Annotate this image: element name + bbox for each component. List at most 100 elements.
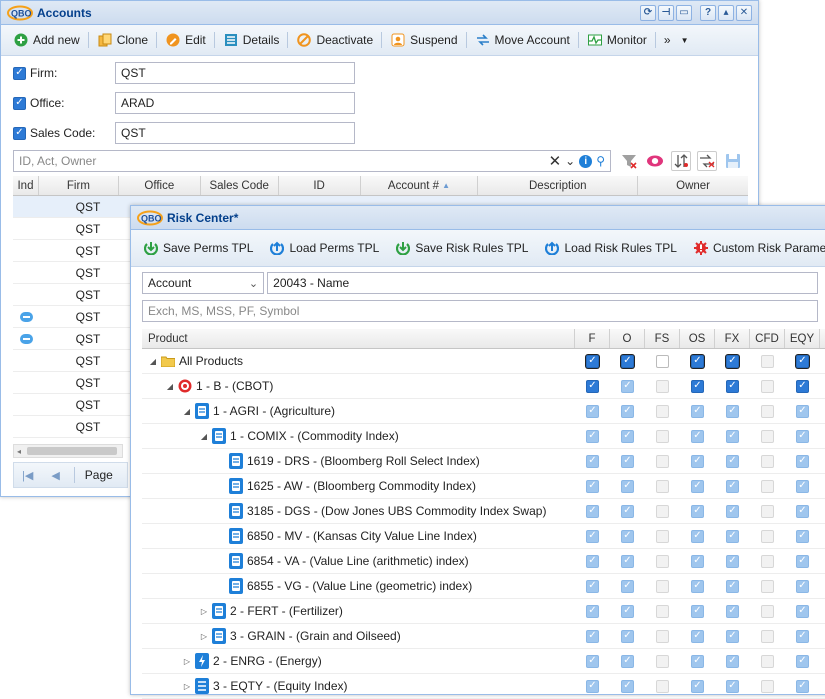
col-description[interactable]: Description bbox=[478, 176, 639, 195]
permission-checkbox-fx[interactable]: ✓ bbox=[726, 654, 739, 668]
permission-checkbox-fx[interactable]: ✓ bbox=[726, 479, 739, 493]
tree-row[interactable]: ◢ All Products ✓ ✓ ✓ ✓ ✓ bbox=[142, 349, 825, 374]
permission-checkbox-fs[interactable] bbox=[656, 379, 669, 393]
permission-checkbox-o[interactable]: ✓ bbox=[621, 554, 634, 568]
sales-code-field[interactable]: QST bbox=[115, 122, 355, 144]
col-cfd[interactable]: CFD bbox=[750, 329, 785, 348]
clear-icon[interactable]: ✕ bbox=[549, 152, 562, 170]
col-office[interactable]: Office bbox=[119, 176, 201, 195]
permission-checkbox-fx[interactable]: ✓ bbox=[726, 554, 739, 568]
col-sales-code[interactable]: Sales Code bbox=[201, 176, 279, 195]
custom-risk-parameters-button[interactable]: Custom Risk Parameters bbox=[687, 237, 825, 259]
sort-icon[interactable] bbox=[671, 151, 691, 171]
clone-button[interactable]: Clone bbox=[91, 29, 154, 51]
permission-checkbox-os[interactable]: ✓ bbox=[691, 429, 704, 443]
permission-checkbox-cfd[interactable] bbox=[761, 604, 774, 618]
expanded-toggle-icon[interactable]: ◢ bbox=[182, 407, 192, 416]
col-id[interactable]: ID bbox=[279, 176, 361, 195]
permission-checkbox-eqy[interactable]: ✓ bbox=[796, 379, 809, 393]
permission-checkbox-fx[interactable]: ✓ bbox=[726, 504, 739, 518]
more-button[interactable]: » ▼ bbox=[658, 29, 695, 51]
accounts-hscroll[interactable]: ◂ bbox=[13, 444, 123, 458]
permission-checkbox-f[interactable]: ✓ bbox=[586, 429, 599, 443]
permission-checkbox-o[interactable]: ✓ bbox=[621, 529, 634, 543]
filter-clear-icon[interactable] bbox=[619, 151, 639, 171]
details-button[interactable]: Details bbox=[217, 29, 286, 51]
tree-row[interactable]: ◢ 1 - B - (CBOT) ✓ ✓ ✓ ✓ ✓ bbox=[142, 374, 825, 399]
permission-checkbox-f[interactable]: ✓ bbox=[586, 479, 599, 493]
permission-checkbox-f[interactable]: ✓ bbox=[586, 404, 599, 418]
permission-checkbox-f[interactable]: ✓ bbox=[586, 554, 599, 568]
permission-checkbox-fx[interactable]: ✓ bbox=[726, 454, 739, 468]
col-fs[interactable]: FS bbox=[645, 329, 680, 348]
search-icon[interactable]: ⚲ bbox=[596, 154, 605, 168]
permission-checkbox-o[interactable]: ✓ bbox=[621, 454, 634, 468]
permission-checkbox-cfd[interactable] bbox=[761, 454, 774, 468]
permission-checkbox-f[interactable]: ✓ bbox=[586, 604, 599, 618]
permission-checkbox-eqy[interactable]: ✓ bbox=[796, 429, 809, 443]
permission-checkbox-o[interactable]: ✓ bbox=[621, 479, 634, 493]
permission-checkbox-fx[interactable]: ✓ bbox=[726, 354, 739, 368]
permission-checkbox-f[interactable]: ✓ bbox=[586, 629, 599, 643]
pin-icon[interactable]: ⊣ bbox=[658, 4, 674, 21]
firm-checkbox[interactable]: ✓ bbox=[13, 66, 26, 80]
scrollbar-thumb[interactable] bbox=[27, 447, 118, 455]
permission-checkbox-o[interactable]: ✓ bbox=[621, 404, 634, 418]
permission-checkbox-o[interactable]: ✓ bbox=[621, 604, 634, 618]
tree-row[interactable]: 6850 - MV - (Kansas City Value Line Inde… bbox=[142, 524, 825, 549]
permission-checkbox-f[interactable]: ✓ bbox=[586, 579, 599, 593]
tree-row[interactable]: ◢ 1 - COMIX - (Commodity Index) ✓ ✓ ✓ ✓ ✓ bbox=[142, 424, 825, 449]
permission-checkbox-cfd[interactable] bbox=[761, 554, 774, 568]
refresh-icon[interactable]: ⟳ bbox=[640, 4, 656, 21]
permission-checkbox-fx[interactable]: ✓ bbox=[726, 429, 739, 443]
suspend-button[interactable]: Suspend bbox=[384, 29, 463, 51]
permission-checkbox-o[interactable]: ✓ bbox=[621, 354, 634, 368]
permission-checkbox-eqy[interactable]: ✓ bbox=[796, 579, 809, 593]
permission-checkbox-fs[interactable] bbox=[656, 529, 669, 543]
firm-field[interactable]: QST bbox=[115, 62, 355, 84]
risk-center-titlebar[interactable]: QBO Risk Center* bbox=[131, 206, 825, 230]
chevron-down-icon[interactable]: ⌄ bbox=[565, 154, 575, 168]
permission-checkbox-fs[interactable] bbox=[656, 479, 669, 493]
collapsed-toggle-icon[interactable]: ▷ bbox=[182, 657, 192, 666]
info-icon[interactable]: i bbox=[579, 154, 593, 168]
permission-checkbox-eqy[interactable]: ✓ bbox=[796, 629, 809, 643]
collapsed-toggle-icon[interactable]: ▷ bbox=[199, 632, 209, 641]
account-type-select[interactable]: Account ⌄ bbox=[142, 272, 265, 294]
permission-checkbox-eqy[interactable]: ✓ bbox=[796, 654, 809, 668]
permission-checkbox-eqy[interactable]: ✓ bbox=[796, 354, 809, 368]
permission-checkbox-fs[interactable] bbox=[656, 429, 669, 443]
accounts-titlebar[interactable]: QBO Accounts ⟳ ⊣ ▭ ? ▴ ✕ bbox=[1, 1, 758, 25]
permission-checkbox-os[interactable]: ✓ bbox=[691, 354, 704, 368]
permission-checkbox-fx[interactable]: ✓ bbox=[726, 579, 739, 593]
permission-checkbox-eqy[interactable]: ✓ bbox=[796, 404, 809, 418]
tree-row[interactable]: 3185 - DGS - (Dow Jones UBS Commodity In… bbox=[142, 499, 825, 524]
permission-checkbox-cfd[interactable] bbox=[761, 429, 774, 443]
product-filter-input[interactable]: Exch, MS, MSS, PF, Symbol bbox=[142, 300, 818, 322]
permission-checkbox-f[interactable]: ✓ bbox=[586, 654, 599, 668]
permission-checkbox-os[interactable]: ✓ bbox=[691, 404, 704, 418]
permission-checkbox-cfd[interactable] bbox=[761, 479, 774, 493]
office-checkbox[interactable]: ✓ bbox=[13, 96, 26, 110]
permission-checkbox-o[interactable]: ✓ bbox=[621, 429, 634, 443]
col-f[interactable]: F bbox=[575, 329, 610, 348]
first-page-icon[interactable]: |◀ bbox=[22, 469, 33, 482]
scroll-left-icon[interactable]: ◂ bbox=[17, 447, 21, 456]
save-icon[interactable] bbox=[723, 151, 743, 171]
permission-checkbox-fs[interactable] bbox=[656, 604, 669, 618]
permission-checkbox-fs[interactable] bbox=[656, 454, 669, 468]
permission-checkbox-f[interactable]: ✓ bbox=[586, 454, 599, 468]
help-icon[interactable]: ? bbox=[700, 4, 716, 21]
permission-checkbox-os[interactable]: ✓ bbox=[691, 654, 704, 668]
permission-checkbox-os[interactable]: ✓ bbox=[691, 379, 704, 393]
permission-checkbox-cfd[interactable] bbox=[761, 404, 774, 418]
permission-checkbox-fs[interactable] bbox=[656, 404, 669, 418]
permission-checkbox-fs[interactable] bbox=[656, 554, 669, 568]
permission-checkbox-o[interactable]: ✓ bbox=[621, 629, 634, 643]
permission-checkbox-cfd[interactable] bbox=[761, 579, 774, 593]
permission-checkbox-os[interactable]: ✓ bbox=[691, 604, 704, 618]
accounts-search-input[interactable]: ID, Act, Owner ✕ ⌄ i ⚲ bbox=[13, 150, 611, 172]
permission-checkbox-eqy[interactable]: ✓ bbox=[796, 554, 809, 568]
eye-icon[interactable] bbox=[645, 151, 665, 171]
permission-checkbox-os[interactable]: ✓ bbox=[691, 504, 704, 518]
